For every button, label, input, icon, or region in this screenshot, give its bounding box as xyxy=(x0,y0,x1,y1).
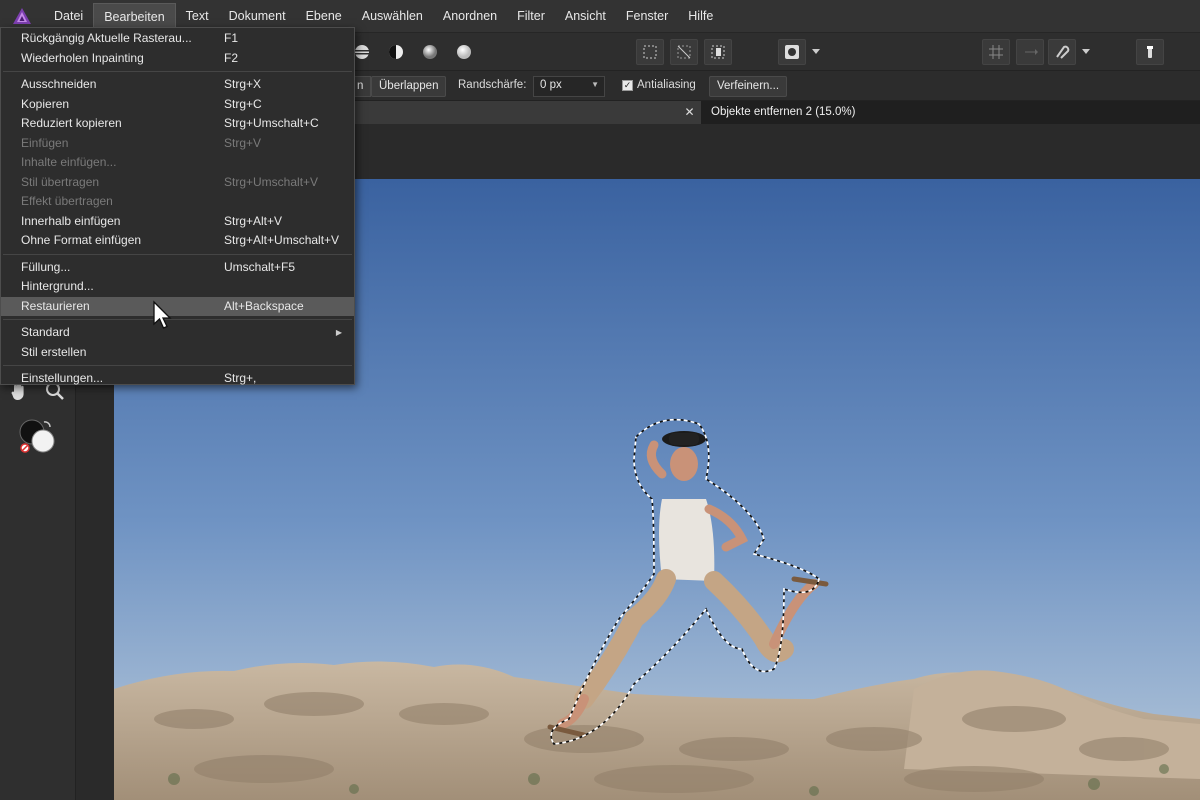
menu-preferences[interactable]: Einstellungen... Strg+, xyxy=(1,369,354,389)
menu-cut[interactable]: Ausschneiden Strg+X xyxy=(1,75,354,95)
menu-hilfe[interactable]: Hilfe xyxy=(678,3,723,29)
menu-dokument[interactable]: Dokument xyxy=(219,3,296,29)
menu-paste-shortcut: Strg+V xyxy=(224,135,262,150)
deselect-icon[interactable] xyxy=(670,39,698,65)
menu-background[interactable]: Hintergrund... xyxy=(1,277,354,297)
menu-restore-label: Restaurieren xyxy=(21,298,90,313)
feather-label: Randschärfe: xyxy=(458,79,527,91)
color-swatches-icon[interactable] xyxy=(14,414,58,458)
menu-paste-without-format-label: Ohne Format einfügen xyxy=(21,233,142,247)
menu-paste-inside-shortcut: Strg+Alt+V xyxy=(224,213,283,228)
contrast-icon[interactable] xyxy=(382,39,410,65)
invert-selection-icon[interactable] xyxy=(704,39,732,65)
menu-redo[interactable]: Wiederholen Inpainting F2 xyxy=(1,49,354,69)
menu-defaults[interactable]: Standard ▶ xyxy=(1,323,354,343)
menu-paste-special-label: Inhalte einfügen... xyxy=(21,155,117,169)
grid-snap-icon[interactable] xyxy=(982,39,1010,65)
menu-separator xyxy=(1,316,354,323)
menu-fenster[interactable]: Fenster xyxy=(616,3,678,29)
submenu-arrow-icon: ▶ xyxy=(335,328,342,337)
menu-copy-merged-label: Reduziert kopieren xyxy=(21,116,122,130)
menu-defaults-label: Standard xyxy=(21,325,70,339)
assistant-icon[interactable] xyxy=(1136,39,1164,65)
menu-paste-without-format-shortcut: Strg+Alt+Umschalt+V xyxy=(224,233,340,247)
menu-paste[interactable]: Einfügen Strg+V xyxy=(1,134,354,154)
menu-paste-without-format[interactable]: Ohne Format einfügen Strg+Alt+Umschalt+V xyxy=(1,231,354,251)
menu-copy-shortcut: Strg+C xyxy=(224,96,262,111)
menu-copy[interactable]: Kopieren Strg+C xyxy=(1,95,354,115)
menu-filter[interactable]: Filter xyxy=(507,3,555,29)
overlap-button[interactable]: Überlappen xyxy=(371,76,447,97)
menu-separator xyxy=(1,362,354,369)
menu-fill[interactable]: Füllung... Umschalt+F5 xyxy=(1,258,354,278)
menu-redo-label: Wiederholen Inpainting xyxy=(21,50,144,65)
snapping-options-chevron-icon[interactable] xyxy=(1078,39,1094,65)
menu-undo[interactable]: Rückgängig Aktuelle Rasterau... F1 xyxy=(1,29,354,49)
menu-cut-label: Ausschneiden xyxy=(21,77,97,91)
menu-text[interactable]: Text xyxy=(176,3,219,29)
affinity-photo-window: Datei Bearbeiten Text Dokument Ebene Aus… xyxy=(0,0,1200,800)
chevron-down-icon[interactable] xyxy=(808,39,824,65)
menu-anordnen[interactable]: Anordnen xyxy=(433,3,507,29)
menu-undo-shortcut: F1 xyxy=(224,31,239,45)
menu-restore[interactable]: Restaurieren Alt+Backspace xyxy=(1,296,354,316)
close-icon[interactable]: ✕ xyxy=(683,106,696,119)
menu-paste-fx-label: Effekt übertragen xyxy=(21,194,113,208)
gradient-sphere-icon[interactable] xyxy=(416,39,444,65)
menu-paste-inside[interactable]: Innerhalb einfügen Strg+Alt+V xyxy=(1,212,354,232)
menu-background-label: Hintergrund... xyxy=(21,279,94,293)
menu-paste-fx[interactable]: Effekt übertragen xyxy=(1,192,354,212)
menu-cut-shortcut: Strg+X xyxy=(224,77,262,91)
menu-copy-merged[interactable]: Reduziert kopieren Strg+Umschalt+C xyxy=(1,114,354,134)
snap-distance-icon[interactable] xyxy=(1016,39,1044,65)
menu-fill-label: Füllung... xyxy=(21,259,71,274)
antialias-label: Antialiasing xyxy=(637,79,696,91)
menu-preferences-shortcut: Strg+, xyxy=(224,371,257,385)
menu-fill-shortcut: Umschalt+F5 xyxy=(224,259,296,274)
menu-paste-special[interactable]: Inhalte einfügen... xyxy=(1,153,354,173)
menu-paste-inside-label: Innerhalb einfügen xyxy=(21,213,121,228)
menu-paste-label: Einfügen xyxy=(21,135,69,150)
menu-copy-label: Kopieren xyxy=(21,96,70,111)
menu-preferences-label: Einstellungen... xyxy=(21,371,104,385)
menu-separator xyxy=(1,68,354,75)
menu-create-style[interactable]: Stil erstellen xyxy=(1,343,354,363)
menu-redo-shortcut: F2 xyxy=(224,50,239,65)
snapping-magnet-icon[interactable] xyxy=(1048,39,1076,65)
antialias-checkbox[interactable]: ✓ xyxy=(622,80,633,91)
menu-auswaehlen[interactable]: Auswählen xyxy=(352,3,433,29)
feather-value: 0 px xyxy=(540,79,562,91)
menu-paste-style-shortcut: Strg+Umschalt+V xyxy=(224,174,319,189)
quick-mask-icon[interactable] xyxy=(778,39,806,65)
menu-copy-merged-shortcut: Strg+Umschalt+C xyxy=(224,116,319,130)
chevron-down-icon: ▼ xyxy=(591,80,599,89)
menu-restore-shortcut: Alt+Backspace xyxy=(224,298,304,313)
menu-ansicht[interactable]: Ansicht xyxy=(555,3,616,29)
menu-paste-style[interactable]: Stil übertragen Strg+Umschalt+V xyxy=(1,173,354,193)
menu-datei[interactable]: Datei xyxy=(44,3,93,29)
menu-bearbeiten[interactable]: Bearbeiten xyxy=(93,3,176,29)
menu-paste-style-label: Stil übertragen xyxy=(21,174,100,189)
doc-tab-active[interactable]: Objekte entfernen 2 (15.0%) xyxy=(701,101,1200,124)
feather-select[interactable]: 0 px ▼ xyxy=(533,76,605,97)
refine-button[interactable]: Verfeinern... xyxy=(709,76,788,97)
menu-ebene[interactable]: Ebene xyxy=(296,3,352,29)
mouse-cursor-icon xyxy=(153,300,172,329)
menu-create-style-label: Stil erstellen xyxy=(21,344,87,359)
menu-separator xyxy=(1,251,354,258)
sphere-icon[interactable] xyxy=(450,39,478,65)
marquee-select-icon[interactable] xyxy=(636,39,664,65)
edit-menu-dropdown: Rückgängig Aktuelle Rasterau... F1 Wieder… xyxy=(0,27,355,385)
menu-undo-label: Rückgängig Aktuelle Rasterau... xyxy=(21,31,192,45)
